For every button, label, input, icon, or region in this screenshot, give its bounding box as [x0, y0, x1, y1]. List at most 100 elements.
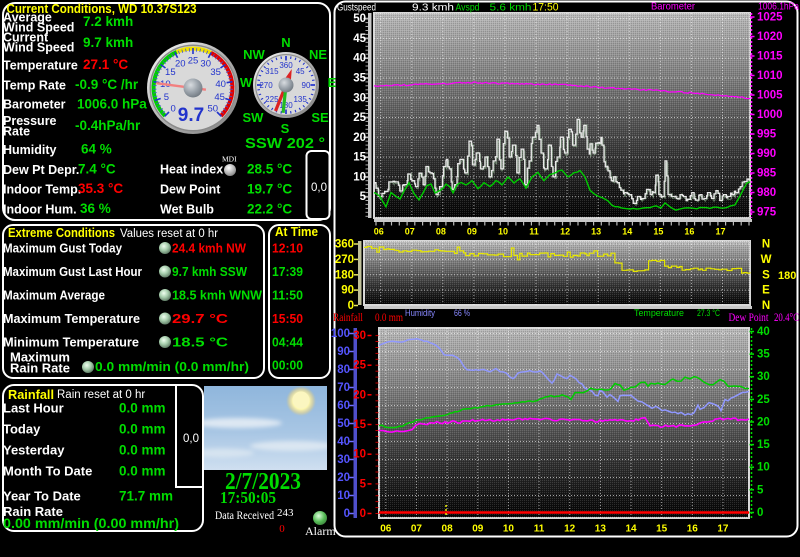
svg-text:15: 15 [653, 227, 663, 237]
svg-text:180: 180 [335, 269, 354, 281]
svg-text:60: 60 [337, 400, 350, 412]
svg-text:Dew Point: Dew Point [160, 183, 221, 197]
svg-text:90: 90 [341, 285, 354, 297]
svg-text:Dew Point: Dew Point [729, 310, 770, 324]
svg-text:Indoor Temp.: Indoor Temp. [3, 183, 81, 197]
svg-text:30: 30 [757, 371, 770, 383]
svg-text:15:50: 15:50 [272, 311, 303, 326]
svg-text:25: 25 [353, 360, 366, 372]
svg-text:Indoor Hum.: Indoor Hum. [3, 203, 77, 217]
svg-text:Maximum Temperature: Maximum Temperature [3, 311, 140, 326]
svg-text:30: 30 [353, 92, 366, 104]
svg-text:50: 50 [208, 103, 219, 114]
svg-text:Maximum Gust Last Hour: Maximum Gust Last Hour [3, 264, 142, 279]
svg-text:E: E [762, 285, 770, 297]
svg-text:04:44: 04:44 [272, 335, 304, 350]
svg-text:12:10: 12:10 [272, 241, 303, 256]
svg-text:45: 45 [214, 92, 225, 103]
svg-text:36 %: 36 % [80, 201, 111, 216]
svg-text:180: 180 [279, 101, 293, 110]
svg-text:990: 990 [757, 148, 776, 160]
svg-text:1006.1hPa: 1006.1hPa [758, 1, 799, 13]
svg-text:16: 16 [684, 227, 694, 237]
svg-text:27.1 °C: 27.1 °C [83, 57, 128, 72]
svg-text:20: 20 [175, 59, 186, 70]
svg-text:0.0 mm: 0.0 mm [119, 464, 166, 479]
svg-text:11:50: 11:50 [272, 288, 303, 303]
svg-text:E: E [328, 75, 337, 90]
svg-text:S: S [281, 121, 290, 136]
svg-text:Rainfall: Rainfall [333, 310, 364, 324]
svg-text:11: 11 [534, 524, 545, 535]
svg-text:50: 50 [337, 418, 350, 430]
svg-text:64 %: 64 % [81, 142, 112, 157]
svg-text:Maximum Average: Maximum Average [3, 288, 105, 303]
svg-text:9.7: 9.7 [178, 105, 204, 126]
svg-text:30: 30 [353, 330, 366, 342]
svg-text:Yesterday: Yesterday [3, 443, 65, 458]
svg-text:Dew Pt Depr.: Dew Pt Depr. [3, 163, 79, 177]
svg-text:29.7 °C: 29.7 °C [172, 311, 229, 326]
svg-text:50: 50 [353, 13, 366, 25]
svg-text:20: 20 [353, 389, 366, 401]
svg-text:08: 08 [442, 524, 454, 535]
svg-text:25: 25 [757, 394, 770, 406]
svg-text:10: 10 [353, 449, 366, 461]
svg-text:0.0 mm: 0.0 mm [375, 310, 404, 324]
svg-text:9.7 kmh: 9.7 kmh [83, 35, 133, 50]
svg-text:SE: SE [311, 110, 329, 125]
svg-text:7.4 °C: 7.4 °C [78, 162, 116, 177]
svg-text:40: 40 [337, 436, 350, 448]
svg-text:17:50:05: 17:50:05 [220, 488, 276, 507]
svg-text:Extreme Conditions: Extreme Conditions [8, 225, 115, 240]
svg-text:18.5 kmh WNW: 18.5 kmh WNW [172, 288, 263, 303]
svg-text:10: 10 [503, 524, 515, 535]
svg-text:Year To Date: Year To Date [3, 489, 81, 504]
svg-text:Temp Rate: Temp Rate [3, 79, 66, 93]
svg-text:08: 08 [436, 227, 446, 237]
svg-text:90: 90 [302, 81, 311, 90]
svg-text:00:00: 00:00 [272, 358, 303, 373]
svg-text:66 %: 66 % [454, 308, 470, 319]
svg-text:20: 20 [757, 416, 770, 428]
svg-text:17:50: 17:50 [533, 2, 559, 14]
svg-text:985: 985 [757, 168, 777, 180]
svg-text:270: 270 [335, 254, 354, 266]
svg-text:SSW 202 °: SSW 202 ° [245, 135, 325, 152]
svg-text:1005: 1005 [757, 90, 783, 102]
svg-text:9.7 kmh SSW: 9.7 kmh SSW [172, 264, 248, 279]
svg-text:09: 09 [467, 227, 477, 237]
svg-text:Rate: Rate [3, 125, 30, 139]
svg-text:09: 09 [472, 524, 484, 535]
svg-text:Month To Date: Month To Date [3, 464, 92, 479]
svg-text:22.2 °C: 22.2 °C [247, 202, 292, 217]
svg-text:N: N [281, 35, 290, 50]
svg-text:995: 995 [757, 129, 777, 141]
svg-text:10: 10 [337, 490, 350, 502]
svg-text:10: 10 [353, 171, 366, 183]
svg-text:18.5 °C: 18.5 °C [172, 335, 229, 350]
svg-text:Alarm: Alarm [305, 524, 336, 538]
svg-text:7.2 kmh: 7.2 kmh [83, 14, 133, 29]
svg-text:13: 13 [595, 524, 607, 535]
svg-text:17:39: 17:39 [272, 264, 303, 279]
svg-text:15: 15 [353, 152, 366, 164]
svg-text:15: 15 [757, 439, 770, 451]
svg-text:SW: SW [243, 110, 265, 125]
svg-text:12: 12 [560, 227, 570, 237]
svg-text:5: 5 [757, 484, 764, 496]
svg-text:45: 45 [296, 67, 305, 76]
svg-text:06: 06 [374, 227, 384, 237]
svg-text:0: 0 [279, 523, 285, 535]
svg-text:Values reset at 0 hr: Values reset at 0 hr [120, 228, 218, 240]
svg-text:360: 360 [335, 239, 354, 251]
svg-text:90: 90 [337, 346, 350, 358]
svg-text:At Time: At Time [275, 224, 318, 239]
svg-text:0.0 mm/min (0.0 mm/hr): 0.0 mm/min (0.0 mm/hr) [95, 359, 249, 374]
svg-text:Minimum Temperature: Minimum Temperature [3, 335, 139, 350]
svg-text:20.4°C: 20.4°C [774, 310, 799, 324]
svg-text:12: 12 [564, 524, 576, 535]
svg-text:Humidity: Humidity [3, 143, 57, 157]
svg-text:30: 30 [337, 454, 350, 466]
svg-text:24.4 kmh NW: 24.4 kmh NW [172, 241, 247, 256]
